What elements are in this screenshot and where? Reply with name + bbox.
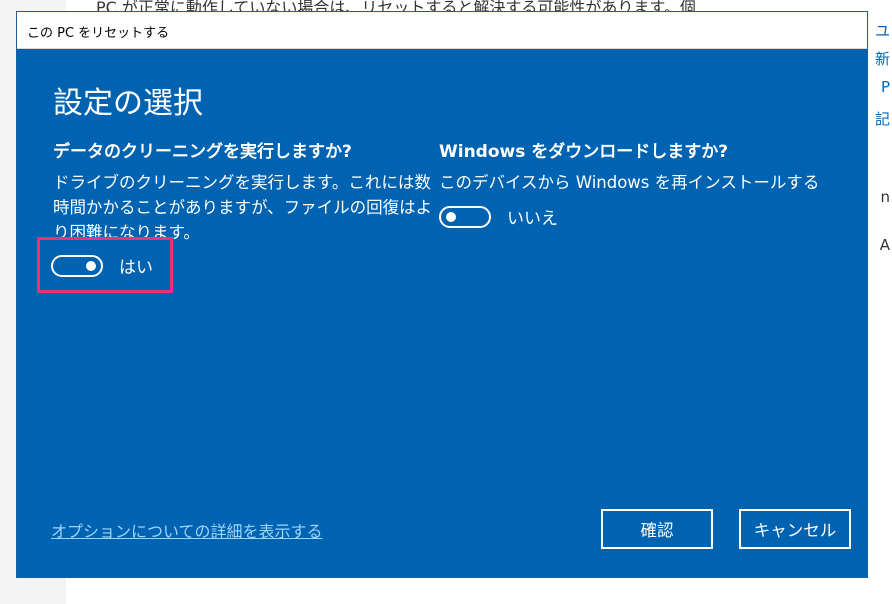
confirm-button[interactable]: 確認: [601, 509, 713, 549]
download-windows-question: Windows をダウンロードしますか?: [439, 142, 729, 162]
download-windows-section: Windows をダウンロードしますか? このデバイスから Windows を再…: [439, 137, 839, 195]
toggle-knob: [446, 211, 456, 222]
background-glyph: A: [879, 236, 890, 254]
background-glyph: ユ: [874, 22, 890, 40]
dialog-titlebar: この PC をリセットする: [17, 12, 867, 49]
background-right-strip: ユ 新 P 記 n A: [868, 0, 892, 604]
toggle-knob: [86, 260, 96, 271]
options-detail-link[interactable]: オプションについての詳細を表示する: [51, 518, 323, 542]
background-glyph: P: [880, 78, 890, 96]
dialog-title: この PC をリセットする: [27, 26, 170, 41]
background-glyph: 記: [874, 110, 890, 128]
download-windows-toggle-label: いいえ: [507, 209, 558, 229]
data-cleaning-toggle-row[interactable]: はい: [51, 253, 153, 278]
cancel-button[interactable]: キャンセル: [739, 509, 851, 549]
download-windows-description: このデバイスから Windows を再インストールする: [439, 173, 820, 192]
download-windows-toggle[interactable]: [439, 205, 491, 228]
data-cleaning-toggle-label: はい: [119, 258, 153, 278]
background-glyph: 新: [874, 50, 890, 68]
reset-pc-dialog: この PC をリセットする 設定の選択 データのクリーニングを実行しますか? ド…: [16, 11, 868, 578]
data-cleaning-question: データのクリーニングを実行しますか?: [53, 142, 352, 162]
page-title: 設定の選択: [53, 86, 203, 121]
data-cleaning-toggle[interactable]: [51, 254, 103, 277]
data-cleaning-section: データのクリーニングを実行しますか? ドライブのクリーニングを実行します。これに…: [53, 137, 433, 245]
background-glyph: n: [880, 188, 890, 206]
download-windows-toggle-row[interactable]: いいえ: [439, 204, 558, 229]
data-cleaning-description: ドライブのクリーニングを実行します。これには数時間かかることがありますが、ファイ…: [53, 173, 433, 242]
